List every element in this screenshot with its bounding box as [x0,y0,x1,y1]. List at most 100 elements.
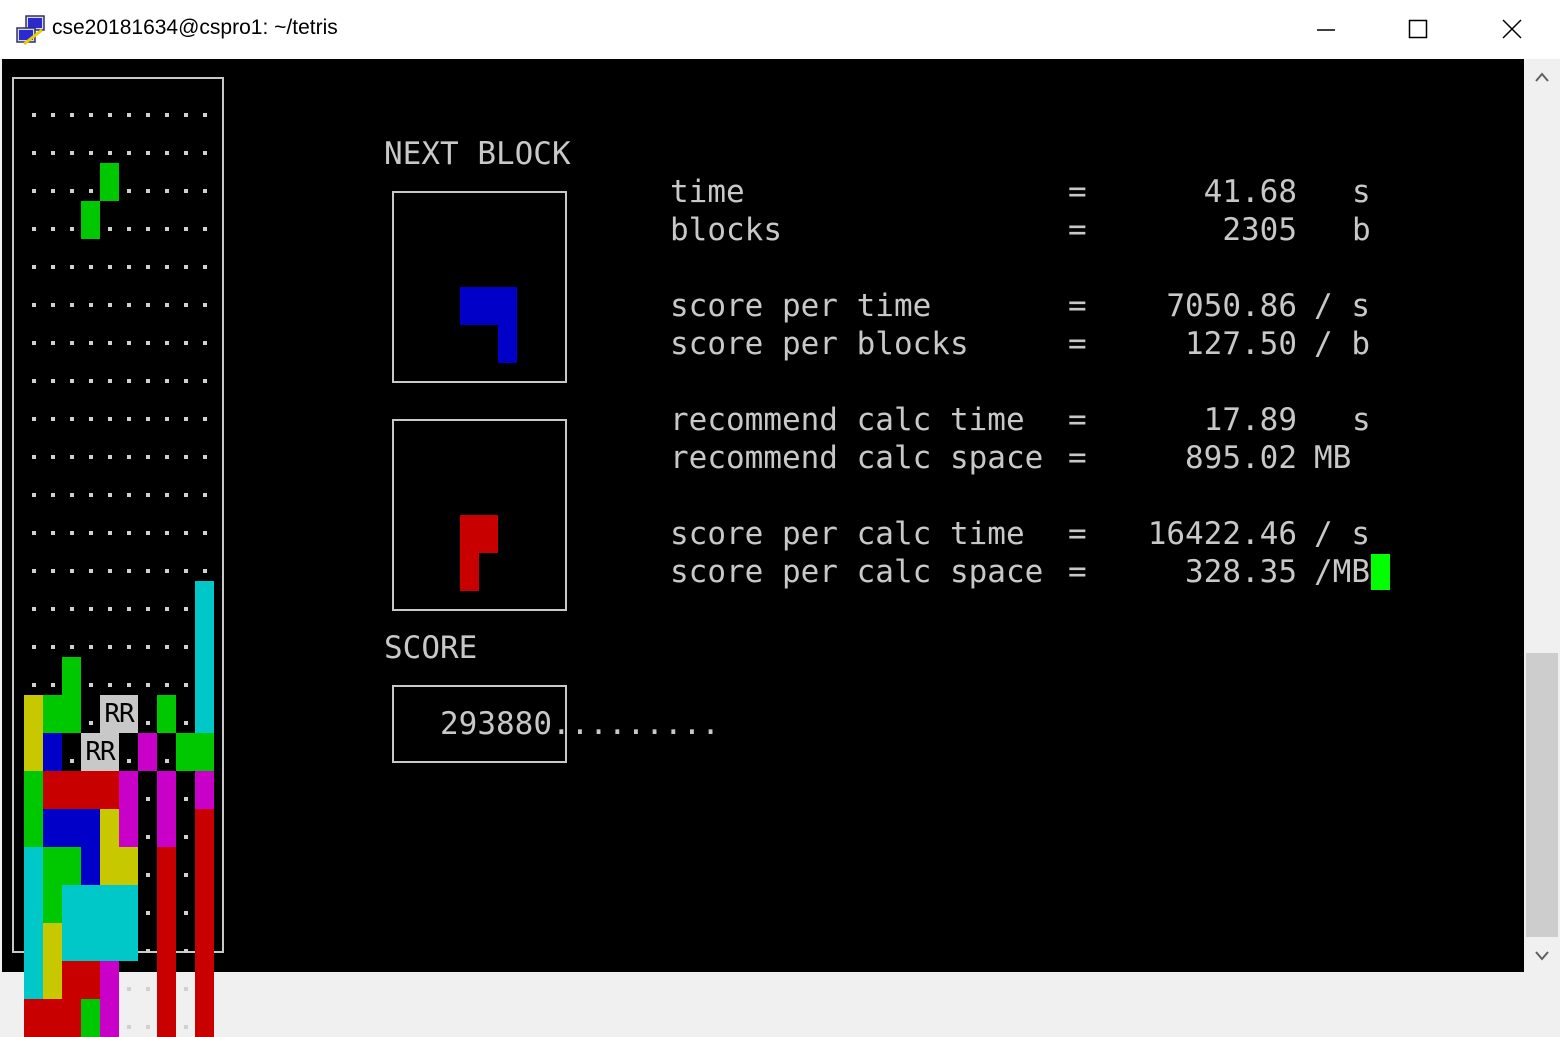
stat-label: score per blocks [670,326,969,362]
board-block-cell [119,771,138,809]
board-empty-dot [146,227,150,231]
board-empty-dot [165,683,169,687]
board-empty-dot [165,645,169,649]
board-empty-dot [184,569,188,573]
stat-value: 7050.86 [1166,288,1297,324]
stat-equals: = [1068,212,1087,248]
board-empty-dot [127,493,131,497]
board-block-cell [62,961,81,999]
stat-label: recommend calc time [670,402,1025,438]
board-block-cell [43,885,62,923]
board-empty-dot [184,303,188,307]
stat-equals: = [1068,516,1087,552]
board-empty-dot [32,531,36,535]
putty-icon[interactable] [14,14,48,48]
board-block-cell [62,885,81,923]
scroll-down-button[interactable] [1524,938,1560,974]
stat-equals: = [1068,174,1087,210]
scroll-up-button[interactable] [1524,59,1560,95]
score-value: 293880......... [440,705,720,743]
board-empty-dot [146,873,150,877]
board-empty-dot [127,151,131,155]
next-block-cell [460,553,479,591]
board-block-cell [157,847,176,885]
board-block-cell [43,733,62,771]
board-empty-dot [127,987,131,991]
board-empty-dot [184,265,188,269]
minimize-button[interactable] [1280,0,1372,59]
board-block-cell [195,885,214,923]
board-empty-dot [89,417,93,421]
board-empty-dot [146,151,150,155]
board-block-cell [157,885,176,923]
recommend-marker: RR [100,695,138,733]
board-empty-dot [127,303,131,307]
board-block-cell [138,733,157,771]
board-empty-dot [127,759,131,763]
board-empty-dot [203,455,207,459]
board-empty-dot [165,493,169,497]
board-empty-dot [165,265,169,269]
recommend-marker: RR [81,733,119,771]
board-empty-dot [89,189,93,193]
board-block-cell [157,809,176,847]
terminal-cursor [1371,554,1390,590]
board-block-cell [195,771,214,809]
board-block-cell [119,847,138,885]
board-block-cell [81,847,100,885]
board-empty-dot [146,987,150,991]
board-empty-dot [184,949,188,953]
board-empty-dot [203,493,207,497]
board-empty-dot [51,607,55,611]
next-block-cell [498,325,517,363]
board-block-cell [100,961,119,999]
board-empty-dot [165,151,169,155]
score-label: SCORE [384,630,478,666]
board-empty-dot [70,759,74,763]
board-empty-dot [146,645,150,649]
board-empty-dot [108,417,112,421]
board-empty-dot [32,227,36,231]
board-empty-dot [70,645,74,649]
board-empty-dot [165,455,169,459]
next-block-cell [479,515,498,553]
board-empty-dot [51,417,55,421]
board-block-cell [100,999,119,1037]
terminal-screen[interactable]: RR RR NEXT BLOCK SCORE 293880......... ti… [2,59,1524,1037]
scroll-thumb[interactable] [1526,653,1558,937]
close-button[interactable] [1466,0,1558,59]
board-empty-dot [32,341,36,345]
board-block-cell [119,923,138,961]
board-empty-dot [184,379,188,383]
board-block-cell [43,999,62,1037]
board-empty-dot [108,265,112,269]
board-empty-dot [127,607,131,611]
board-empty-dot [32,303,36,307]
board-empty-dot [165,189,169,193]
board-block-cell [157,923,176,961]
window-titlebar: cse20181634@cspro1: ~/tetris [0,0,1560,60]
board-block-cell [24,733,43,771]
board-empty-dot [89,645,93,649]
vertical-scrollbar[interactable] [1524,59,1560,974]
board-block-cell [157,961,176,999]
board-block-cell [81,885,100,923]
board-empty-dot [203,227,207,231]
board-block-cell [62,923,81,961]
maximize-button[interactable] [1372,0,1464,59]
board-empty-dot [70,341,74,345]
stat-label: blocks [670,212,782,248]
board-block-cell [195,619,214,657]
board-empty-dot [184,417,188,421]
stat-equals: = [1068,402,1087,438]
board-empty-dot [32,379,36,383]
board-empty-dot [32,189,36,193]
board-empty-dot [127,265,131,269]
board-empty-dot [203,151,207,155]
board-empty-dot [70,569,74,573]
next-block-cell [479,287,498,325]
stat-unit: / b [1314,326,1370,362]
tetris-board: RR RR [12,77,224,1037]
board-empty-dot [146,797,150,801]
board-empty-dot [51,683,55,687]
